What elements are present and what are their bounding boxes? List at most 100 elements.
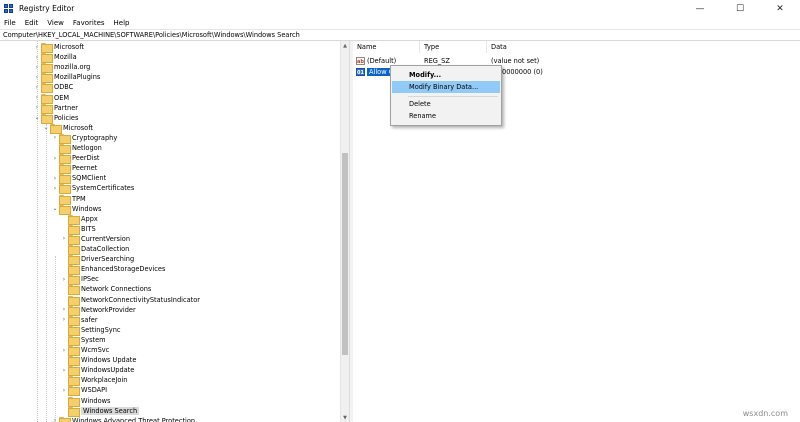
address-bar[interactable]: Computer\HKEY_LOCAL_MACHINE\SOFTWARE\Pol… <box>0 29 800 41</box>
menu-item-modify[interactable]: Modify... <box>392 69 500 81</box>
no-chevron <box>60 406 68 416</box>
tree-scrollbar[interactable]: ▲ ▼ <box>340 41 349 422</box>
tree-node[interactable]: › Mozilla <box>33 52 77 64</box>
folder-icon <box>59 133 71 144</box>
tree-node-label: Cryptography <box>72 133 118 142</box>
tree-node[interactable]: › WcmSvc <box>60 345 109 356</box>
chevron-right-icon[interactable]: › <box>60 385 68 395</box>
tree-node-label: TPM <box>72 194 86 203</box>
menu-help[interactable]: Help <box>114 19 130 27</box>
chevron-down-icon[interactable]: ⌄ <box>51 204 59 214</box>
chevron-right-icon[interactable]: › <box>60 315 68 325</box>
tree-node-label: Netlogon <box>72 144 102 152</box>
chevron-right-icon[interactable]: › <box>60 305 68 315</box>
no-chevron <box>60 295 68 305</box>
tree-node[interactable]: › CurrentVersion <box>60 234 130 245</box>
tree-node[interactable]: › WSDAPI <box>60 385 107 397</box>
tree-node[interactable]: › OEM <box>33 93 69 104</box>
chevron-right-icon[interactable]: › <box>51 173 59 183</box>
tree-node[interactable]: › NetworkProvider <box>60 305 136 316</box>
tree-node[interactable]: › Microsoft <box>33 42 84 53</box>
tree-node[interactable]: Netlogon <box>51 143 102 154</box>
tree-node[interactable]: ⌄ Microsoft <box>42 123 93 134</box>
folder-icon <box>68 285 80 296</box>
scrollbar-thumb[interactable] <box>342 153 348 355</box>
chevron-right-icon[interactable]: › <box>51 183 59 193</box>
tree-node[interactable]: › Windows Advanced Threat Protection <box>51 416 195 422</box>
no-chevron <box>60 264 68 274</box>
tree-guide-line <box>37 41 38 422</box>
folder-icon <box>68 386 80 397</box>
menu-item-delete[interactable]: Delete <box>392 98 500 110</box>
list-header: Name Type Data <box>353 41 800 53</box>
tree-node-label: mozilla.org <box>54 63 91 72</box>
tree-node[interactable]: › IPSec <box>60 274 99 286</box>
column-name-header[interactable]: Name <box>357 43 376 51</box>
tree-node[interactable]: › WindowsUpdate <box>60 365 134 377</box>
value-type: REG_SZ <box>424 57 450 65</box>
tree-node[interactable]: BITS <box>60 224 96 235</box>
registry-tree[interactable]: › Microsoft › Mozilla › mozilla.org › MozillaPl… <box>0 41 350 422</box>
tree-node-label: PeerDist <box>72 154 100 163</box>
binary-value-icon: 01 <box>356 68 365 76</box>
tree-guide-line <box>46 124 47 422</box>
tree-node[interactable]: ⌄ Policies <box>33 113 78 124</box>
tree-node[interactable]: › PeerDist <box>51 153 100 165</box>
chevron-right-icon[interactable]: › <box>51 153 59 163</box>
tree-node[interactable]: › safer <box>60 315 98 326</box>
tree-node[interactable]: › SQMClient <box>51 173 106 185</box>
folder-icon <box>68 346 80 356</box>
menu-edit[interactable]: Edit <box>25 19 39 27</box>
maximize-button[interactable]: ☐ <box>720 0 760 17</box>
tree-node[interactable]: › SystemCertificates <box>51 183 134 195</box>
column-type-header[interactable]: Type <box>424 43 439 51</box>
menu-item-rename[interactable]: Rename <box>392 110 500 122</box>
tree-node[interactable]: DriverSearching <box>60 254 134 266</box>
tree-node[interactable]: Appx <box>60 214 98 225</box>
no-chevron <box>60 214 68 224</box>
scroll-down-icon[interactable]: ▼ <box>341 413 349 422</box>
menu-view[interactable]: View <box>47 19 64 27</box>
chevron-right-icon[interactable]: › <box>51 133 59 143</box>
no-chevron <box>60 325 68 335</box>
tree-node[interactable]: DataCollection <box>60 244 129 255</box>
minimize-button[interactable]: — <box>680 0 720 17</box>
no-chevron <box>51 163 59 173</box>
scroll-up-icon[interactable]: ▲ <box>341 41 349 50</box>
folder-icon <box>41 53 53 64</box>
tree-node[interactable]: › mozilla.org <box>33 62 91 74</box>
close-button[interactable]: ✕ <box>760 0 800 17</box>
value-data: 0000000 (0) <box>502 68 543 76</box>
folder-icon <box>68 366 80 377</box>
tree-node[interactable]: WorkplaceJoin <box>60 375 127 387</box>
tree-node[interactable]: SettingSync <box>60 325 121 336</box>
tree-node[interactable]: Peernet <box>51 163 97 175</box>
tree-node[interactable]: › MozillaPlugins <box>33 72 100 84</box>
menu-item-modify-binary-data[interactable]: Modify Binary Data... <box>392 81 500 93</box>
menu-favorites[interactable]: Favorites <box>73 19 105 27</box>
tree-node[interactable]: Windows Update <box>60 355 136 367</box>
chevron-right-icon[interactable]: › <box>60 234 68 244</box>
chevron-right-icon[interactable]: › <box>60 274 68 284</box>
folder-icon <box>41 113 53 124</box>
folder-icon <box>68 396 80 407</box>
tree-node[interactable]: ⌄ Windows <box>51 204 101 215</box>
tree-node[interactable]: TPM <box>51 194 86 205</box>
menu-file[interactable]: File <box>4 19 16 27</box>
chevron-right-icon[interactable]: › <box>60 365 68 375</box>
tree-node[interactable]: EnhancedStorageDevices <box>60 264 165 276</box>
folder-icon <box>59 194 71 205</box>
column-data-header[interactable]: Data <box>491 43 507 51</box>
chevron-right-icon[interactable]: › <box>60 345 68 355</box>
tree-node[interactable]: NetworkConnectivityStatusIndicator <box>60 295 200 306</box>
tree-node[interactable]: Windows Search <box>60 406 140 417</box>
tree-node[interactable]: › Partner <box>33 103 78 114</box>
tree-node[interactable]: › Cryptography <box>51 133 118 144</box>
tree-node[interactable]: Network Connections <box>60 284 151 296</box>
tree-node[interactable]: System <box>60 335 106 346</box>
no-chevron <box>51 143 59 153</box>
folder-icon <box>68 224 80 235</box>
tree-node[interactable]: › ODBC <box>33 82 73 94</box>
folder-icon <box>68 234 80 245</box>
tree-node[interactable]: Windows <box>60 396 110 407</box>
